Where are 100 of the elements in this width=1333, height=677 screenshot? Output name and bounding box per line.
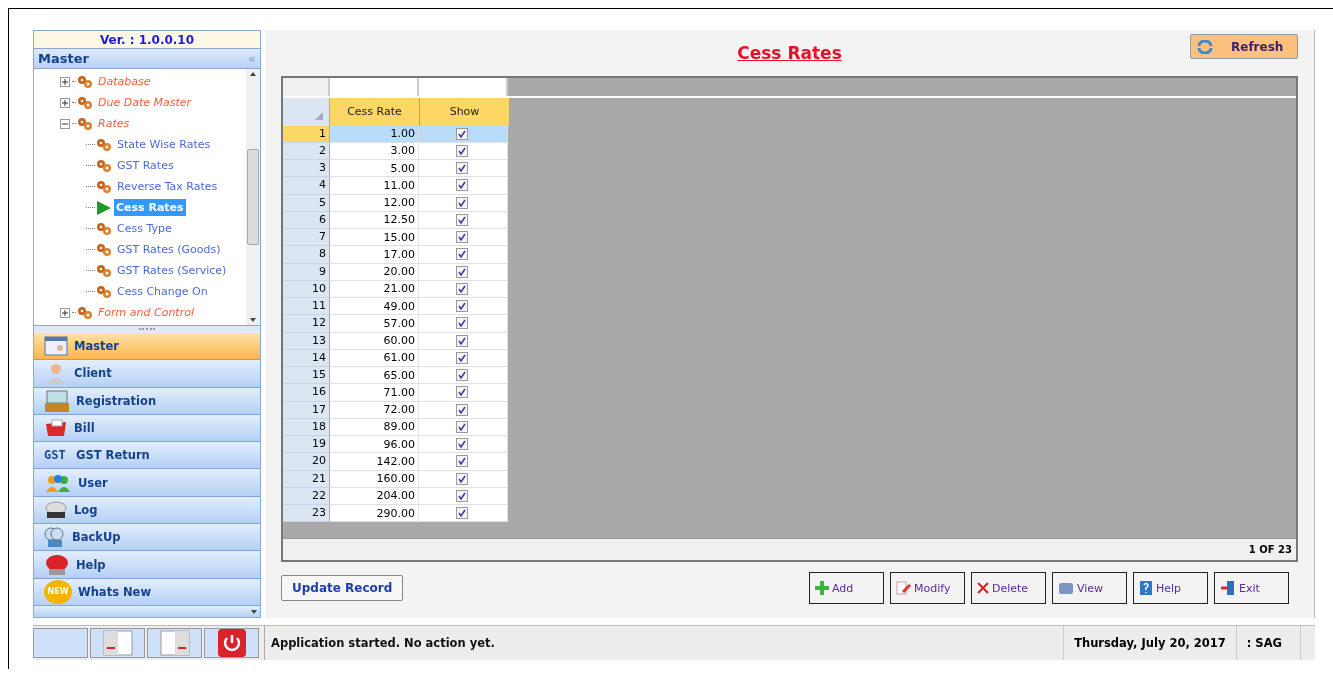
update-record-button[interactable]: Update Record	[281, 575, 404, 601]
checkbox[interactable]	[455, 472, 468, 485]
row-number[interactable]: 15	[283, 367, 330, 385]
checkbox[interactable]	[455, 196, 468, 209]
tree-item[interactable]: GST Rates (Service)	[115, 262, 229, 279]
nav-button[interactable]: Bill	[34, 414, 260, 443]
checkbox[interactable]	[455, 300, 468, 313]
checkbox[interactable]	[455, 162, 468, 175]
action-button[interactable]: Help	[1133, 572, 1208, 604]
table-cell: 290.00	[330, 505, 419, 523]
checkbox[interactable]	[455, 489, 468, 502]
checkbox[interactable]	[455, 127, 468, 140]
checkbox[interactable]	[455, 438, 468, 451]
action-button[interactable]: Modify	[890, 572, 965, 604]
checkbox[interactable]	[455, 265, 468, 278]
row-number[interactable]: 23	[283, 505, 330, 523]
expand-toggle[interactable]	[60, 307, 70, 318]
gear-cluster-icon	[96, 263, 113, 278]
checkbox[interactable]	[455, 179, 468, 192]
checkbox[interactable]	[455, 334, 468, 347]
checkbox[interactable]	[455, 403, 468, 416]
tree-item[interactable]: GST Rates	[115, 157, 176, 174]
discs-icon	[44, 526, 66, 549]
plus-icon	[815, 581, 829, 595]
row-number[interactable]: 8	[283, 246, 330, 264]
nav-button[interactable]: Registration	[34, 387, 260, 415]
window-left-icon	[102, 630, 133, 656]
checkbox[interactable]	[455, 213, 468, 226]
nav-button[interactable]: Log	[34, 496, 260, 525]
edit-document-icon	[896, 581, 911, 595]
checkbox[interactable]	[455, 369, 468, 382]
gear-cluster-icon	[96, 284, 113, 299]
action-button[interactable]: Delete	[971, 572, 1046, 604]
disc-drive-icon	[44, 500, 68, 519]
row-number[interactable]: 3	[283, 160, 330, 178]
nav-button[interactable]: Help	[34, 551, 260, 579]
checkbox[interactable]	[455, 455, 468, 468]
delete-x-icon	[977, 582, 989, 594]
row-number[interactable]: 4	[283, 177, 330, 195]
action-button[interactable]: View	[1052, 572, 1127, 604]
push-button-icon	[44, 552, 70, 577]
column-header[interactable]: Cess Rate	[330, 97, 420, 126]
checkbox[interactable]	[455, 317, 468, 330]
table-cell: 15.00	[330, 229, 419, 247]
row-number[interactable]: 19	[283, 436, 330, 454]
table-cell: 11.00	[330, 177, 419, 195]
tree-item[interactable]: GST Rates (Goods)	[115, 241, 223, 258]
window-right-icon	[159, 630, 190, 656]
version-label: Ver. : 1.0.0.10	[34, 31, 260, 48]
form-icon	[44, 336, 68, 357]
tree-item[interactable]: Reverse Tax Rates	[115, 178, 220, 195]
tree-item[interactable]: Cess Change On	[115, 283, 210, 300]
power-icon	[217, 629, 246, 657]
nav-button[interactable]: User	[34, 469, 260, 497]
row-number[interactable]: 20	[283, 453, 330, 471]
nav-button[interactable]: Master	[34, 333, 260, 361]
checkbox[interactable]	[455, 248, 468, 261]
table-cell: 49.00	[330, 298, 419, 316]
new-starburst-icon: NEW	[44, 579, 72, 604]
play-arrow-icon	[96, 200, 112, 215]
action-button[interactable]: Add	[809, 572, 884, 604]
tree-item[interactable]: Cess Type	[115, 220, 174, 237]
row-number[interactable]: 16	[283, 384, 330, 402]
nav-button[interactable]: Client	[34, 360, 260, 388]
tree-item[interactable]: State Wise Rates	[115, 136, 213, 153]
row-number[interactable]: 11	[283, 298, 330, 316]
row-number[interactable]: 12	[283, 315, 330, 333]
collapse-toggle[interactable]	[60, 118, 70, 129]
filter-field[interactable]	[419, 77, 508, 96]
window-layout-button[interactable]	[90, 628, 145, 658]
gear-cluster-icon	[77, 305, 94, 320]
status-date: Thursday, July 20, 2017	[1063, 626, 1236, 660]
panel-title: Master	[38, 51, 89, 66]
filter-field[interactable]	[330, 77, 419, 96]
action-button[interactable]: Exit	[1214, 572, 1289, 604]
page-title: Cess Rates	[737, 42, 842, 63]
checkbox[interactable]	[455, 351, 468, 364]
nav-button[interactable]: NEW Whats New	[34, 578, 260, 606]
table-cell: 17.00	[330, 246, 419, 264]
gear-cluster-icon	[77, 116, 94, 131]
checkbox[interactable]	[455, 507, 468, 520]
checkbox[interactable]	[455, 386, 468, 399]
row-number[interactable]: 7	[283, 229, 330, 247]
checkbox[interactable]	[455, 144, 468, 157]
gear-cluster-icon	[77, 74, 94, 89]
nav-button[interactable]: GST GST Return	[34, 442, 260, 470]
column-header[interactable]: Show	[420, 97, 510, 126]
power-button[interactable]	[204, 628, 259, 658]
checkbox[interactable]	[455, 231, 468, 244]
gear-cluster-icon	[96, 137, 113, 152]
refresh-button[interactable]: Refresh	[1190, 34, 1298, 59]
scrollbar[interactable]	[246, 69, 260, 325]
cash-register-icon	[44, 388, 70, 413]
nav-button[interactable]: BackUp	[34, 524, 260, 552]
checkbox[interactable]	[455, 420, 468, 433]
expand-toggle[interactable]	[60, 76, 70, 87]
checkbox[interactable]	[455, 282, 468, 295]
expand-toggle[interactable]	[60, 97, 70, 108]
table-cell: 71.00	[330, 384, 419, 402]
window-layout-button[interactable]	[147, 628, 202, 658]
